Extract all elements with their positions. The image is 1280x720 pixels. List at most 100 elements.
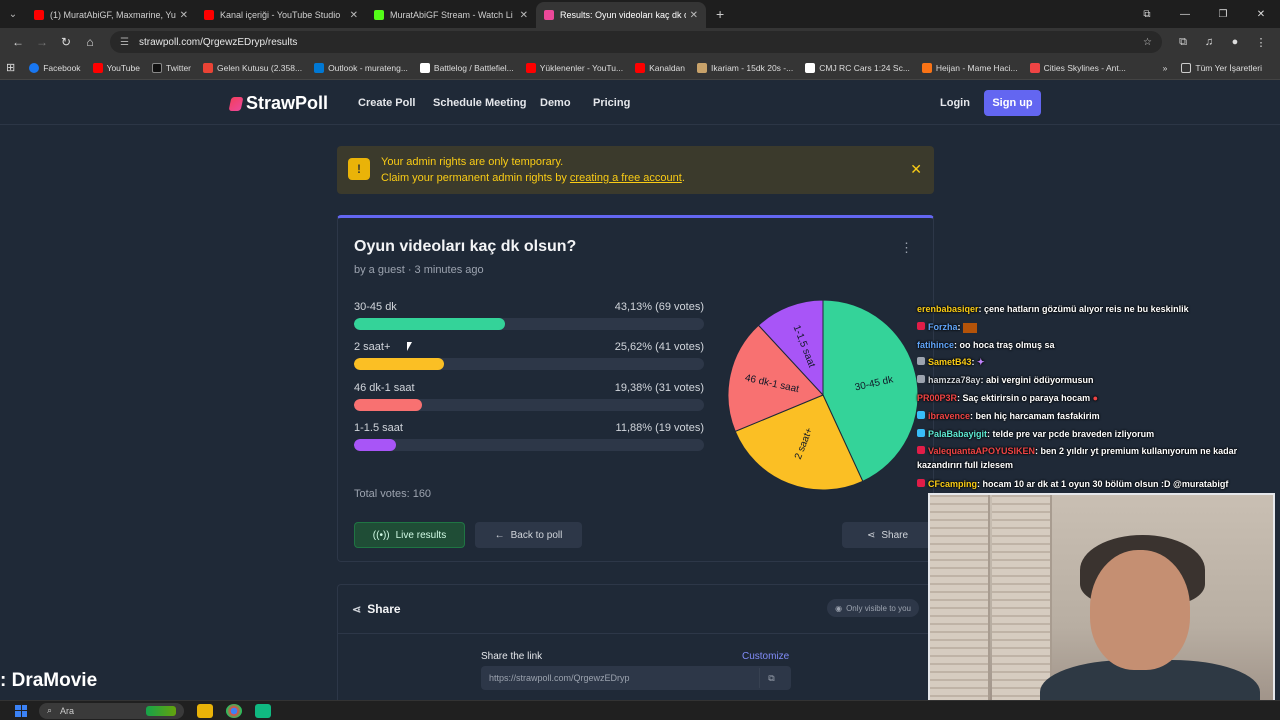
chat-message: fatihince: oo hoca traş olmuş sa bbox=[917, 340, 1055, 350]
chat-message: Forzha: bbox=[917, 320, 1257, 334]
youtube-studio-favicon-icon bbox=[204, 10, 214, 20]
result-bar bbox=[354, 358, 444, 370]
browser-tab[interactable]: Kanal içeriği - YouTube Studio ✕ bbox=[196, 2, 366, 28]
bookmark-item[interactable]: CMJ RC Cars 1:24 Sc... bbox=[805, 62, 910, 73]
chat-message: ibravence: ben hiç harcamam fasfakirim bbox=[917, 409, 1257, 423]
close-tab-icon[interactable]: ✕ bbox=[520, 10, 528, 21]
bookmark-item[interactable]: Facebook bbox=[29, 62, 81, 73]
media-icon[interactable]: ♫ bbox=[1196, 36, 1222, 49]
back-to-poll-button[interactable]: ← Back to poll bbox=[475, 522, 582, 548]
reload-icon[interactable]: ↻ bbox=[54, 35, 78, 49]
bookmark-item[interactable]: Ikariam - 15dk 20s -... bbox=[697, 62, 793, 73]
bookmark-item[interactable]: Twitter bbox=[151, 62, 191, 73]
close-window-icon[interactable]: ✕ bbox=[1242, 9, 1280, 20]
create-account-link[interactable]: creating a free account bbox=[570, 172, 682, 184]
alert-line-2: Claim your permanent admin rights by cre… bbox=[381, 172, 685, 184]
browser-tab-strip: ⌄ (1) MuratAbiGF, Maxmarine, Yu ✕ Kanal i… bbox=[0, 0, 1280, 28]
new-tab-icon[interactable]: + bbox=[706, 6, 734, 28]
result-bar bbox=[354, 399, 422, 411]
heijan-icon bbox=[921, 62, 932, 73]
youtube-icon bbox=[635, 62, 646, 73]
bookmark-item[interactable]: Battlelog / Battlefiel... bbox=[419, 62, 514, 73]
subscriber-badge-icon bbox=[917, 375, 925, 383]
chat-message: CFcamping: hocam 10 ar dk at 1 oyun 30 b… bbox=[917, 477, 1257, 491]
close-tab-icon[interactable]: ✕ bbox=[690, 10, 698, 21]
live-results-button[interactable]: ((•)) Live results bbox=[354, 522, 465, 548]
bookmark-item[interactable]: Outlook - murateng... bbox=[314, 62, 408, 73]
eye-icon: ◉ bbox=[835, 603, 843, 613]
streaming-app-icon[interactable] bbox=[255, 703, 271, 718]
battlelog-icon bbox=[419, 62, 430, 73]
strawpoll-logo[interactable]: StrawPoll bbox=[228, 93, 328, 114]
close-tab-icon[interactable]: ✕ bbox=[350, 10, 358, 21]
bookmark-star-icon[interactable]: ☆ bbox=[1143, 37, 1152, 48]
folder-icon bbox=[1181, 62, 1192, 73]
kick-favicon-icon bbox=[374, 10, 384, 20]
nav-create-poll[interactable]: Create Poll bbox=[358, 97, 415, 109]
close-tab-icon[interactable]: ✕ bbox=[180, 10, 188, 21]
x-twitter-icon bbox=[151, 62, 162, 73]
share-link-label: Share the link bbox=[481, 651, 543, 662]
bookmark-item[interactable]: Yüklenenler - YouTu... bbox=[525, 62, 623, 73]
result-bar bbox=[354, 439, 396, 451]
nav-demo[interactable]: Demo bbox=[540, 97, 571, 109]
tab-capture-icon[interactable]: ⧉ bbox=[1128, 9, 1166, 20]
signup-button[interactable]: Sign up bbox=[984, 90, 1041, 116]
close-alert-icon[interactable]: ✕ bbox=[910, 161, 922, 178]
share-card: ⋖ Share ◉ Only visible to you Share the li… bbox=[337, 584, 935, 704]
restore-icon[interactable]: ❐ bbox=[1204, 9, 1242, 20]
back-arrow-icon[interactable]: ← bbox=[6, 35, 30, 49]
chat-username: CFcamping bbox=[928, 479, 978, 489]
site-info-icon[interactable]: ☰ bbox=[120, 37, 129, 48]
share-link-input[interactable]: https://strawpoll.com/QrgewzEDryp ⧉ bbox=[481, 666, 791, 690]
nav-pricing[interactable]: Pricing bbox=[593, 97, 630, 109]
copy-icon[interactable]: ⧉ bbox=[759, 668, 783, 688]
bookmark-item[interactable]: Gelen Kutusu (2.358... bbox=[203, 62, 302, 73]
home-icon[interactable]: ⌂ bbox=[78, 35, 102, 49]
windows-start-icon[interactable] bbox=[15, 704, 27, 717]
window-controls: ⧉ — ❐ ✕ bbox=[1128, 0, 1280, 28]
more-bookmarks-icon[interactable]: » bbox=[1163, 63, 1168, 73]
strawpoll-favicon-icon bbox=[544, 10, 554, 20]
chrome-icon[interactable] bbox=[226, 703, 242, 718]
all-bookmarks-folder[interactable]: Tüm Yer İşaretleri bbox=[1181, 62, 1262, 73]
warning-icon: ! bbox=[348, 158, 370, 180]
chat-message: SametB43: ✦ bbox=[917, 355, 1257, 369]
bookmark-item[interactable]: Kanaldan bbox=[635, 62, 685, 73]
chat-username: hamzza78ay bbox=[928, 375, 981, 385]
browser-tab[interactable]: MuratAbiGF Stream - Watch Li ✕ bbox=[366, 2, 536, 28]
minimize-icon[interactable]: — bbox=[1166, 9, 1204, 20]
broadcast-icon: ((•)) bbox=[372, 529, 390, 541]
share-button[interactable]: ⋖ Share bbox=[842, 522, 933, 548]
apps-grid-icon[interactable]: ⊞ bbox=[6, 61, 15, 74]
alert-line-1: Your admin rights are only temporary. bbox=[381, 156, 564, 168]
bookmark-item[interactable]: Heijan - Mame Haci... bbox=[921, 62, 1018, 73]
youtube-icon bbox=[92, 62, 103, 73]
customize-link[interactable]: Customize bbox=[742, 651, 789, 662]
bookmark-item[interactable]: YouTube bbox=[92, 62, 140, 73]
poll-menu-kebab-icon[interactable]: ⋮ bbox=[900, 240, 913, 256]
bookmark-item[interactable]: Cities Skylines - Ant... bbox=[1029, 62, 1126, 73]
menu-kebab-icon[interactable]: ⋮ bbox=[1248, 36, 1274, 49]
poll-title: Oyun videoları kaç dk olsun? bbox=[354, 238, 577, 255]
share-icon: ⋖ bbox=[866, 529, 876, 541]
webcam-background bbox=[930, 495, 990, 715]
forward-arrow-icon[interactable]: → bbox=[30, 35, 54, 49]
bookmarks-bar: ⊞ Facebook YouTube Twitter Gelen Kutusu … bbox=[0, 56, 1280, 80]
youtube-icon bbox=[525, 62, 536, 73]
chat-message: hamzza78ay: abi vergini ödüyormusun bbox=[917, 373, 1257, 387]
gmail-icon bbox=[203, 62, 213, 73]
nav-schedule-meeting[interactable]: Schedule Meeting bbox=[433, 97, 527, 109]
chat-username: ibravence bbox=[928, 411, 971, 421]
taskbar-search[interactable]: ⌕ Ara bbox=[39, 702, 184, 719]
address-bar[interactable]: ☰ strawpoll.com/QrgewzEDryp/results ☆ bbox=[110, 31, 1162, 53]
browser-tab[interactable]: (1) MuratAbiGF, Maxmarine, Yu ✕ bbox=[26, 2, 196, 28]
extensions-icon[interactable]: ⧉ bbox=[1170, 36, 1196, 49]
emote-icon: ● bbox=[1092, 393, 1099, 403]
profile-avatar-icon[interactable]: ● bbox=[1222, 36, 1248, 49]
browser-tab-active[interactable]: Results: Oyun videoları kaç dk o ✕ bbox=[536, 2, 706, 28]
tab-search-icon[interactable]: ⌄ bbox=[0, 0, 26, 28]
login-link[interactable]: Login bbox=[940, 97, 970, 109]
browser-toolbar: ← → ↻ ⌂ ☰ strawpoll.com/QrgewzEDryp/resu… bbox=[0, 28, 1280, 56]
file-explorer-icon[interactable] bbox=[197, 703, 213, 718]
